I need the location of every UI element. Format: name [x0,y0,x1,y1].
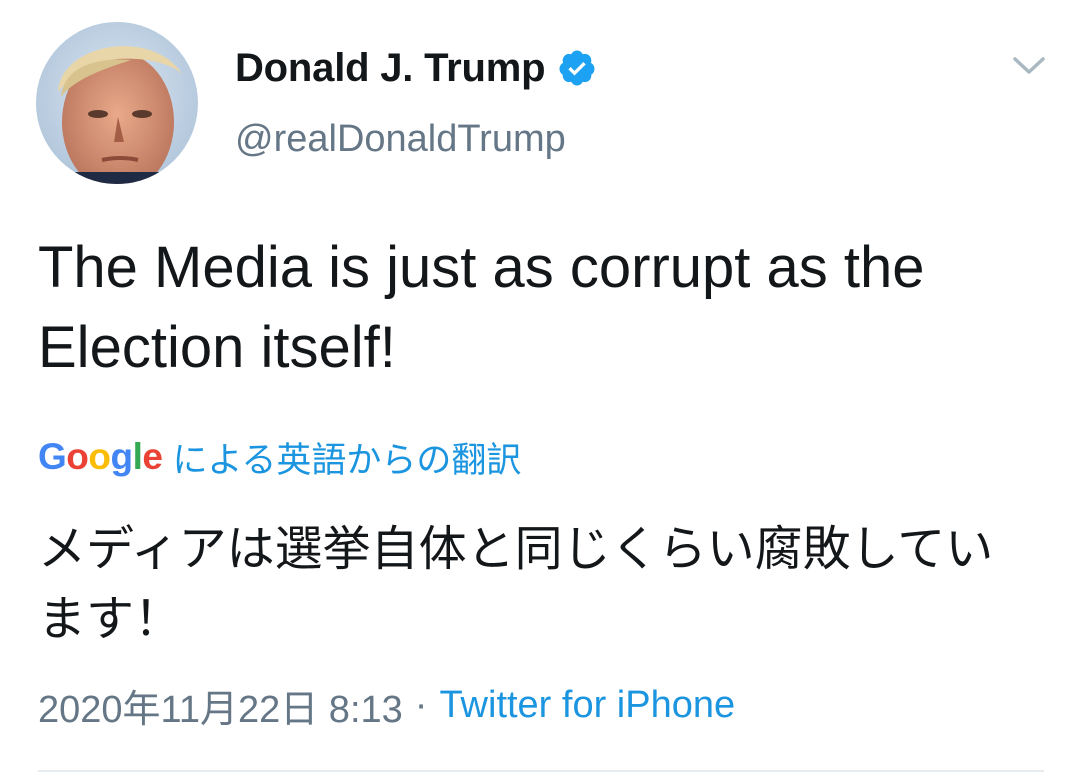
divider [38,770,1044,772]
tweet-card: Donald J. Trump @realDonaldTrump The Med… [0,0,1080,778]
tweet-source-link[interactable]: Twitter for iPhone [439,684,735,727]
meta-separator: · [414,683,428,726]
translated-text: メディアは選挙自体と同じくらい腐敗しています！ [38,523,994,646]
tweet-timestamp[interactable]: 2020年11月22日 8:13 [38,678,403,733]
user-handle[interactable]: @realDonaldTrump [235,118,566,161]
google-letter: o [66,436,89,477]
google-letter: g [110,436,134,477]
profile-avatar[interactable] [36,22,198,184]
translation-label[interactable]: による英語からの翻訳 [172,432,521,483]
google-letter: o [88,436,111,477]
google-letter: e [142,436,163,477]
google-letter: l [132,436,143,477]
verified-badge-icon [557,48,597,88]
tweet-text: The Media is just as corrupt as the Elec… [38,235,925,380]
google-logo: Google [38,436,163,478]
display-name[interactable]: Donald J. Trump [235,46,546,91]
translation-attribution[interactable]: Google による英語からの翻訳 [38,432,521,482]
google-letter: G [38,436,67,477]
avatar-image [36,22,198,184]
tweet-meta: 2020年11月22日 8:13 · Twitter for iPhone [38,678,735,733]
chevron-down-icon[interactable] [1010,50,1048,80]
display-name-row: Donald J. Trump [235,40,597,96]
